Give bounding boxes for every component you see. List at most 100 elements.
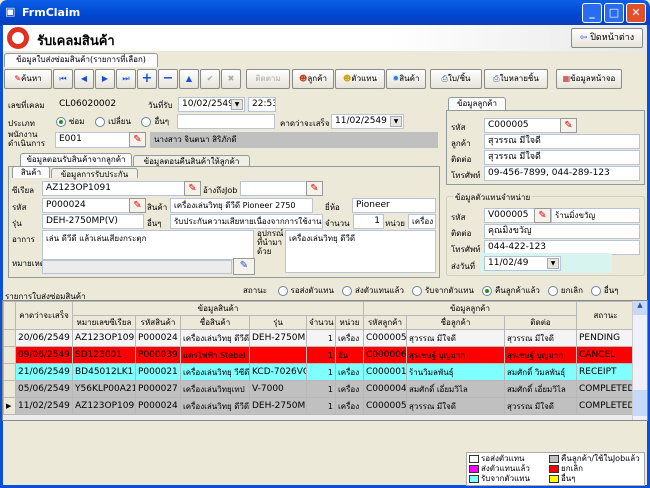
col-header[interactable]: ติดต่อ (504, 315, 577, 330)
recv-date-label: วันที่รับ (148, 101, 173, 110)
dealer-name-field[interactable]: ร้านมิ่งขวัญ (551, 208, 640, 223)
status-radio-5[interactable] (590, 285, 601, 296)
next-record-button[interactable]: ▶ (95, 69, 115, 89)
tab-claim-detail[interactable]: ข้อมูลใบส่งซ่อมสินค้า(รายการที่เลือก) (4, 53, 158, 67)
customer-lookup-icon[interactable]: ✎ (560, 118, 577, 133)
col-header[interactable]: รุ่น (249, 315, 307, 330)
radio-replace[interactable] (95, 116, 106, 127)
add-button[interactable]: + (137, 69, 157, 89)
row-selector[interactable]: ▶ (3, 397, 16, 415)
scroll-thumb[interactable] (633, 390, 647, 416)
col-header[interactable]: ชื่อสินค้า (180, 315, 250, 330)
table-cell: 1 (306, 380, 336, 398)
type-other-field[interactable] (177, 114, 275, 129)
save-button[interactable]: ✔ (200, 69, 220, 89)
row-selector[interactable] (3, 380, 16, 398)
last-record-button[interactable]: ⏭ (116, 69, 136, 89)
tab-warranty[interactable]: ข้อมูลการรับประกัน (51, 168, 138, 179)
radio-repair[interactable] (56, 116, 66, 127)
row-selector[interactable] (3, 363, 16, 381)
col-header[interactable]: หน่วย (335, 315, 364, 330)
cancel-button[interactable]: ✖ (221, 69, 241, 89)
maximize-button[interactable]: □ (604, 3, 624, 23)
dealer-contact-field[interactable]: คุณมิ่งขวัญ (484, 224, 640, 239)
col-expected[interactable]: คาดว่าจะเสร็จ (15, 301, 73, 330)
status-radio-0[interactable] (277, 285, 288, 296)
note-field[interactable] (42, 260, 232, 274)
product-button[interactable]: ✹สินค้า (386, 69, 426, 89)
serial-field[interactable]: AZ123OP1091 (42, 181, 196, 196)
customer-name-field[interactable]: สุวรรณ มีใจดี (484, 134, 640, 149)
brand-field[interactable]: Pioneer (352, 198, 436, 213)
table-row[interactable]: 20/06/2549 AZ123OP1091 P000024 เครื่องเล่นว… (3, 329, 635, 347)
col-header[interactable]: หมายเลขซีเรียล (72, 315, 136, 330)
staff-lookup-icon[interactable]: ✎ (129, 132, 146, 147)
exit-icon: ⇦ (579, 33, 591, 43)
chevron-down-icon[interactable]: ▼ (231, 99, 243, 110)
product-name-field[interactable]: เครื่องเล่นวิทยุ ดีวีดี Pioneer 2750 (170, 198, 313, 213)
accessory-textarea[interactable]: เครื่องเล่นวิทยุ ดีวีดี (285, 230, 436, 273)
expected-date-picker[interactable]: 11/02/2549 ▼ (331, 114, 404, 129)
row-selector[interactable] (3, 329, 16, 347)
first-record-button[interactable]: ⏮ (53, 69, 73, 89)
vertical-scrollbar[interactable]: ▲ (632, 301, 647, 420)
model-field[interactable]: DEH-2750MP(V) (42, 214, 144, 229)
col-header[interactable]: ชื่อลูกค้า (406, 315, 505, 330)
other-field[interactable]: รับประกันความเสียหายเนื่องจากการใช้งาน (170, 214, 323, 229)
table-row[interactable]: 05/06/2549 Y56KLP00A21 P000027 เครื่องเล่นว… (3, 380, 635, 398)
status-radio-4[interactable] (547, 285, 558, 296)
col-header[interactable]: จำนวน (306, 315, 336, 330)
qty-field[interactable]: 1 (353, 214, 384, 229)
screen-info-button[interactable]: ▦ข้อมูลหน้าจอ (556, 69, 622, 89)
send-date-picker[interactable]: 11/02/49 ▼ (484, 256, 561, 271)
product-code-label: รหัส (12, 203, 27, 212)
job-lookup-icon[interactable]: ✎ (306, 181, 323, 196)
table-cell: เครื่องเล่นวิทยุเทป (180, 380, 250, 398)
table-cell: PENDING (576, 329, 635, 347)
print-multi-button[interactable]: ⎙ใบหลายชิ้น (484, 69, 548, 89)
window-title: FrmClaim (22, 6, 81, 19)
recv-date-picker[interactable]: 10/02/2549 ▼ (178, 97, 245, 112)
recv-time-field[interactable]: 22:53 (248, 97, 276, 112)
table-row[interactable]: 21/06/2549 BD45012LK1 P000021 เครื่องเล่นวิ… (3, 363, 635, 381)
row-selector[interactable] (3, 346, 16, 364)
table-cell: 20/06/2549 (15, 329, 73, 347)
tab-customer-info[interactable]: ข้อมูลลูกค้า (448, 97, 506, 110)
customer-contact-field[interactable]: สุวรรณ มีใจดี (484, 150, 640, 165)
close-window-button[interactable]: ⇦ ปิดหน้าต่าง (571, 28, 643, 48)
status-radio-1[interactable] (342, 285, 353, 296)
scroll-up-icon[interactable]: ▲ (633, 301, 647, 315)
pen-icon[interactable]: ✎ (233, 258, 255, 275)
chevron-down-icon[interactable]: ▼ (390, 116, 402, 127)
customer-phone-field[interactable]: 09-456-7899, 044-289-123 (484, 166, 640, 181)
symptom-textarea[interactable]: เล่น ดีวีดี แล้วเล่นเสียงกระตุก (42, 230, 254, 260)
customer-button[interactable]: ☻ลูกค้า (292, 69, 334, 89)
print-single-button[interactable]: ⎙ใบ/ชิ้น (430, 69, 482, 89)
tab-receive-info[interactable]: ข้อมูลตอนรับสินค้าจากลูกค้า (20, 153, 132, 166)
product-lookup-icon[interactable]: ✎ (129, 198, 146, 213)
serial-lookup-icon[interactable]: ✎ (184, 181, 201, 196)
send-date-value: 11/02/49 (488, 258, 529, 268)
status-radio-3[interactable] (481, 285, 492, 296)
radio-other[interactable] (141, 116, 152, 127)
tracking-button[interactable]: ติดตาม (246, 69, 290, 89)
edit-button[interactable]: ▲ (179, 69, 199, 89)
unit-field[interactable]: เครื่อง (408, 214, 436, 229)
delete-button[interactable]: − (158, 69, 178, 89)
dealer-button[interactable]: ☻ตัวแทน (335, 69, 385, 89)
chevron-down-icon[interactable]: ▼ (547, 258, 559, 269)
dealer-lookup-icon[interactable]: ✎ (534, 208, 551, 223)
col-header[interactable]: รหัสสินค้า (135, 315, 181, 330)
table-row[interactable]: 09/06/2549 SD123001 P000039 แตรไฟฟ้า Stebel… (3, 346, 635, 364)
table-cell: C000001 (363, 363, 407, 381)
status-radio-2[interactable] (411, 285, 422, 296)
col-header[interactable]: รหัสลูกค้า (363, 315, 407, 330)
close-button[interactable]: ✕ (626, 3, 646, 23)
prev-record-button[interactable]: ◀ (74, 69, 94, 89)
table-row[interactable]: ▶ 11/02/2549 AZ123OP1091 P000024 เครื่องเล่น… (3, 397, 635, 415)
col-status[interactable]: สถานะ (576, 301, 635, 330)
tab-product[interactable]: สินค้า (12, 166, 50, 178)
minimize-button[interactable]: _ (582, 3, 602, 23)
search-button[interactable]: ✎ค้นหา (4, 69, 52, 89)
tab-return-info[interactable]: ข้อมูลตอนคืนสินค้าให้ลูกค้า (133, 155, 250, 166)
